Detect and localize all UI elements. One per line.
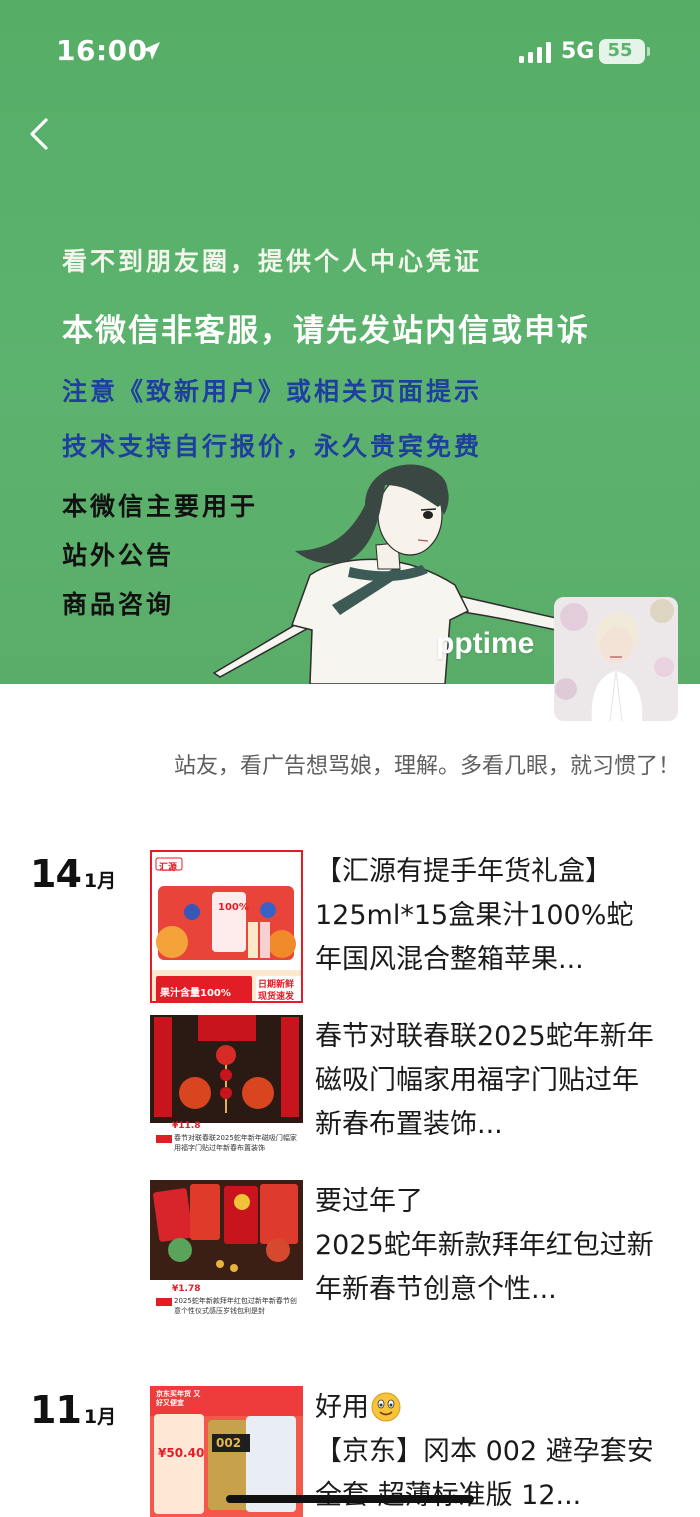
profile-avatar[interactable] (554, 597, 678, 721)
post-text[interactable]: 春节对联春联2025蛇年新年磁吸门幅家用福字门贴过年新春布置装饰... (315, 1015, 655, 1147)
post-text[interactable]: 【汇源有提手年货礼盒】125ml*15盒果汁100%蛇年国风混合整箱苹果... (315, 850, 655, 982)
home-indicator[interactable] (226, 1495, 474, 1503)
smile-emoji-icon (371, 1392, 401, 1422)
cover-text-line: 看不到朋友圈，提供个人中心凭证 (62, 247, 483, 276)
post-date-month: 1月 (83, 870, 117, 892)
back-icon[interactable] (22, 112, 62, 156)
post-date-day: 14 (30, 852, 82, 896)
thumb-price: ¥1.78 (172, 1284, 201, 1294)
moment-post[interactable]: 汇源 100% 果汁含量100% 日期新鲜 现货速发 【汇源有提手年货礼盒】12… (150, 850, 680, 1003)
thumb-product: 002 (216, 1436, 242, 1450)
thumb-label: 现货速发 (258, 992, 295, 1002)
battery-icon: 55 (599, 39, 645, 64)
post-text: 2025蛇年新款拜年红包过新年新春节创意个性... (315, 1230, 654, 1305)
cover-text-line: 本微信非客服，请先发站内信或申诉 (62, 313, 590, 349)
post-text-headline: 好用 (315, 1386, 655, 1430)
post-thumbnail[interactable]: ¥11.8 春节对联春联2025蛇年新年磁吸门幅家用福字门贴过年新春布置装饰 (150, 1015, 303, 1168)
moment-post[interactable]: ¥1.78 2025蛇年新款拜年红包过新年新春节创意个性仪式感压岁钱包利是封 要… (150, 1180, 680, 1333)
moment-post[interactable]: ¥11.8 春节对联春联2025蛇年新年磁吸门幅家用福字门贴过年新春布置装饰 春… (150, 1015, 680, 1168)
thumb-label: 100% (218, 902, 249, 913)
moments-cover[interactable]: 16:00 5G 55 看不到朋友圈，提供个人中心凭证 本微信非客服，请先发站内… (0, 0, 700, 684)
network-type: 5G (561, 39, 595, 64)
thumb-brand: 汇源 (159, 863, 178, 873)
status-time: 16:00 (56, 34, 148, 67)
avatar-image (554, 597, 678, 721)
post-text-headline-label: 好用 (315, 1392, 369, 1423)
battery-cap (647, 47, 650, 56)
thumb-badge: 京东买年货 又好又便宜 (156, 1390, 201, 1407)
post-text-block[interactable]: 要过年了 2025蛇年新款拜年红包过新年新春节创意个性... (315, 1180, 655, 1312)
post-text-headline: 要过年了 (315, 1186, 423, 1217)
post-date: 14 1月 (30, 852, 116, 896)
cover-text-line: 注意《致新用户》或相关页面提示 (62, 377, 483, 406)
thumb-price: ¥50.40 (158, 1446, 205, 1460)
thumb-price: ¥11.8 (172, 1121, 201, 1131)
post-text: 【京东】冈本 002 避孕套安全套 超薄标准版 12... (315, 1436, 654, 1511)
post-thumbnail[interactable]: ¥1.78 2025蛇年新款拜年红包过新年新春节创意个性仪式感压岁钱包利是封 (150, 1180, 303, 1333)
thumb-caption: 春节对联春联2025蛇年新年磁吸门幅家用福字门贴过年新春布置装饰 (174, 1134, 297, 1152)
cellular-signal-icon (519, 42, 551, 63)
status-bar: 16:00 5G 55 (0, 0, 700, 100)
battery-level: 55 (607, 40, 633, 61)
post-date-day: 11 (30, 1388, 82, 1432)
cover-text-line: 商品咨询 (62, 590, 175, 619)
post-thumbnail[interactable]: 汇源 100% 果汁含量100% 日期新鲜 现货速发 (150, 850, 303, 1003)
location-arrow-icon (142, 42, 160, 60)
profile-signature: 站友，看广告想骂娘，理解。多看几眼，就习惯了！ (173, 754, 680, 779)
post-date: 11 1月 (30, 1388, 116, 1432)
post-date-month: 1月 (83, 1406, 117, 1428)
profile-name[interactable]: pptime (436, 627, 534, 661)
cover-text-line: 站外公告 (62, 541, 175, 570)
thumb-caption: 2025蛇年新款拜年红包过新年新春节创意个性仪式感压岁钱包利是封 (174, 1297, 297, 1315)
thumb-label: 果汁含量100% (160, 988, 231, 999)
